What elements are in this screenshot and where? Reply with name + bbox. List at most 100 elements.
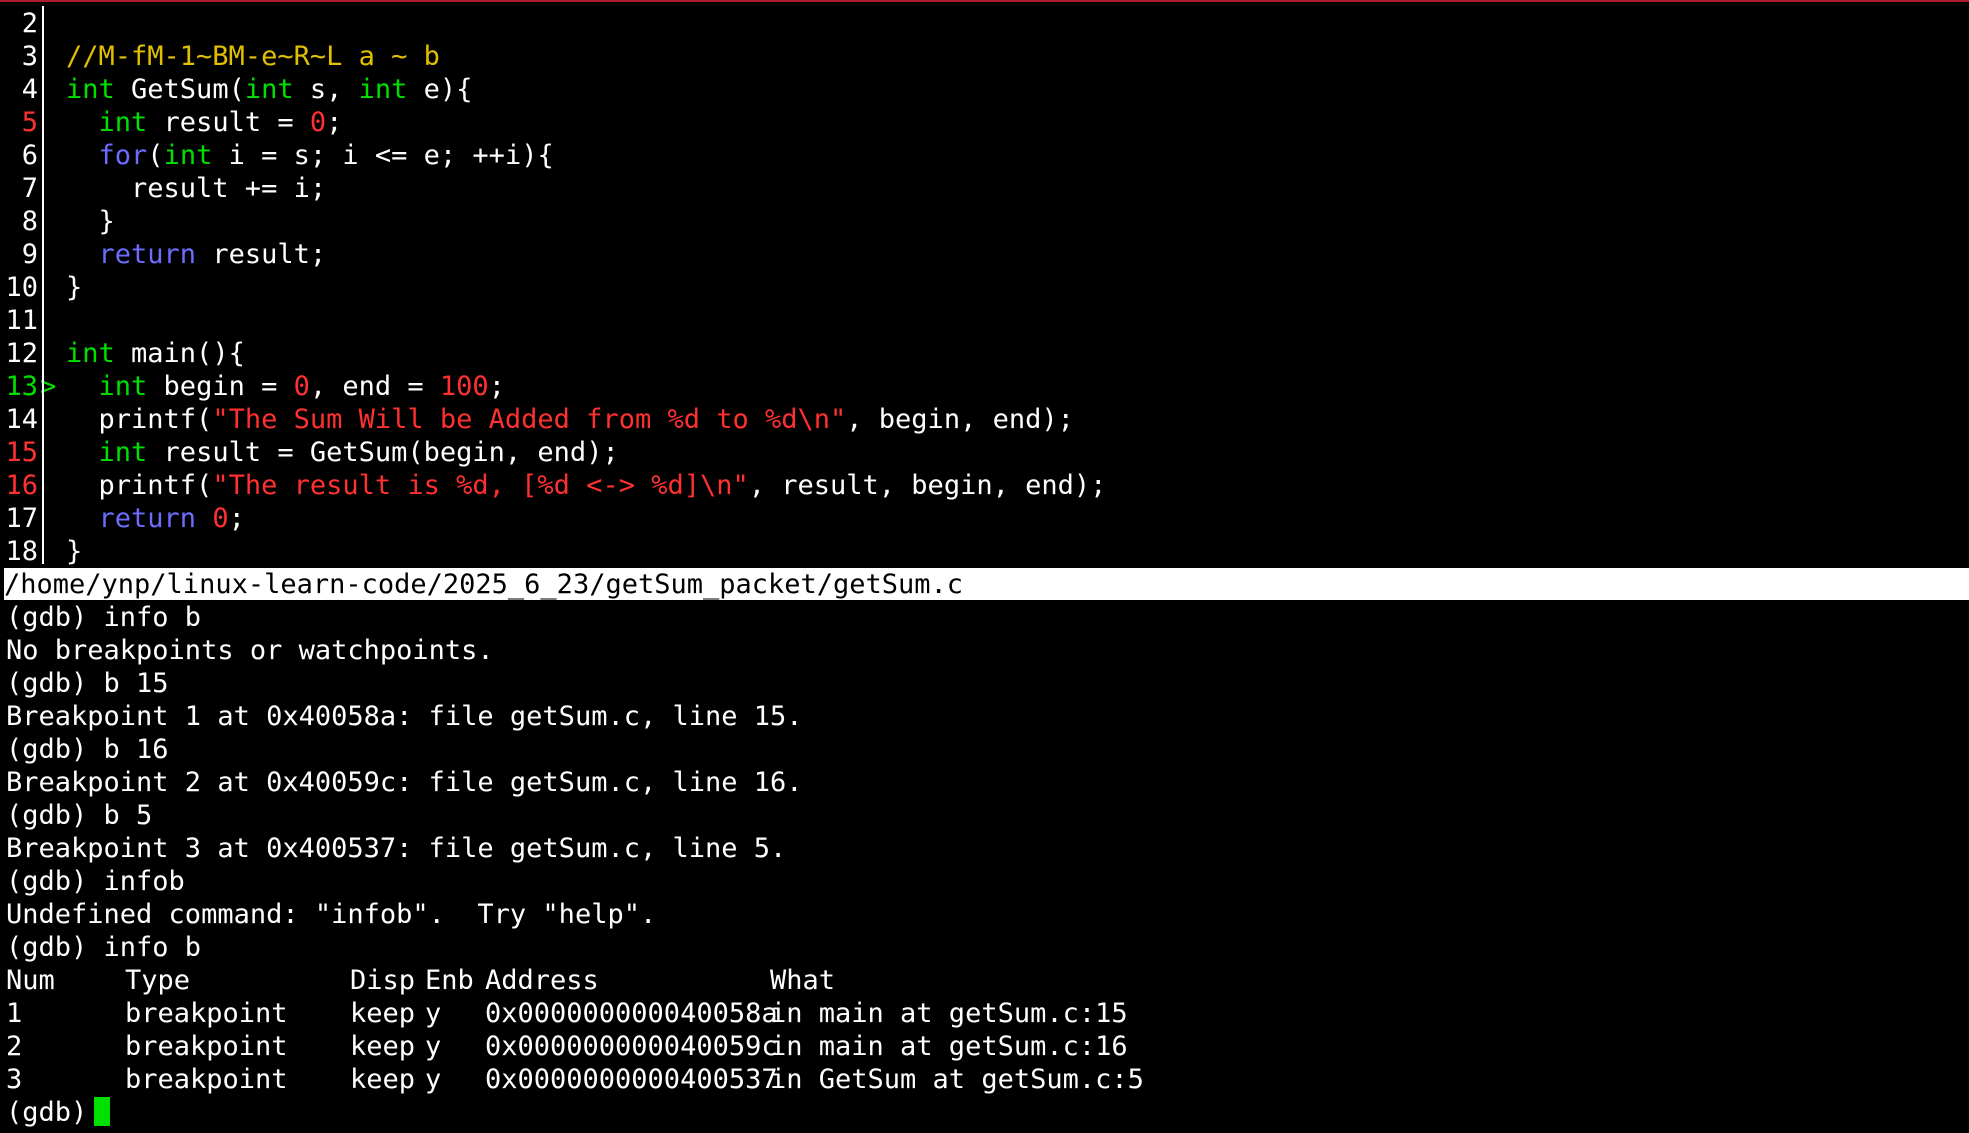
code-token: "The Sum Will be Added from %d to %d\n" [212, 404, 847, 435]
source-code-line: for(int i = s; i <= e; ++i){ [66, 139, 554, 172]
table-cell: keep [350, 1031, 416, 1062]
source-line-number: 7 [21, 173, 38, 204]
gdb-command-line: (gdb) info b [6, 932, 202, 963]
table-cell: breakpoint [125, 1031, 288, 1062]
terminal-cursor [94, 1097, 110, 1126]
source-code-line: } [66, 205, 115, 238]
source-code-line: result += i; [66, 172, 326, 205]
table-cell: keep [350, 998, 416, 1029]
code-token: ; [488, 371, 505, 402]
source-file-path-bar: /home/ynp/linux-learn-code/2025_6_23/get… [4, 568, 1969, 600]
table-cell: 2 [6, 1031, 23, 1062]
code-token: ; [326, 107, 343, 138]
source-code-line: } [66, 535, 82, 568]
table-cell: keep [350, 1064, 416, 1095]
source-line-number: 11 [5, 305, 38, 336]
source-line-number: 9 [21, 239, 38, 270]
gdb-command-line: (gdb) infob [6, 866, 185, 897]
source-code-line: printf("The Sum Will be Added from %d to… [66, 403, 1074, 436]
code-token: int [244, 74, 294, 105]
code-token: main(){ [114, 338, 245, 369]
code-token: } [66, 206, 115, 237]
code-token: for [98, 140, 148, 171]
table-cell: 0x0000000000400537 [485, 1064, 778, 1095]
code-token: i = s; i <= e; ++i){ [212, 140, 554, 171]
code-token: } [66, 536, 83, 567]
code-token: 0 [309, 107, 327, 138]
table-cell: in main at getSum.c:15 [770, 998, 1128, 1029]
source-line-number: 18 [5, 536, 38, 567]
table-header-cell: Num [6, 965, 55, 996]
source-line-number: 15 [5, 437, 38, 468]
source-line-number: 5 [21, 107, 38, 138]
table-header-cell: Disp [350, 965, 416, 996]
table-header-cell: Address [485, 965, 599, 996]
code-token: int [98, 371, 148, 402]
table-cell: y [425, 1064, 442, 1095]
source-line-number: 17 [5, 503, 38, 534]
code-token: result; [196, 239, 327, 270]
source-code-line: int result = 0; [66, 106, 343, 139]
code-token: , begin, end); [846, 404, 1074, 435]
code-token: int [66, 338, 115, 369]
code-token: ; [228, 503, 245, 534]
code-token: , result, begin, end); [748, 470, 1107, 501]
gdb-prompt[interactable]: (gdb) [6, 1096, 104, 1129]
table-cell: 0x000000000040058a [485, 998, 778, 1029]
source-line-number: 10 [5, 272, 38, 303]
table-cell: 0x000000000040059c [485, 1031, 778, 1062]
source-code-line: printf("The result is %d, [%d <-> %d]\n"… [66, 469, 1107, 502]
gutter-divider [42, 6, 44, 564]
gdb-output-line: Undefined command: "infob". Try "help". [6, 899, 657, 930]
code-token: int [163, 140, 213, 171]
table-cell: 3 [6, 1064, 23, 1095]
code-token: ( [147, 140, 164, 171]
table-cell: breakpoint [125, 998, 288, 1029]
code-token: printf( [66, 404, 213, 435]
source-line-number: 3 [21, 41, 38, 72]
code-token: int [66, 74, 115, 105]
code-token: } [66, 272, 83, 303]
code-token: //M-fM-1~BM-e~R~L a ~ b [66, 41, 440, 72]
gdb-output-line: Breakpoint 2 at 0x40059c: file getSum.c,… [6, 767, 803, 798]
source-line-number: 12 [5, 338, 38, 369]
table-cell: y [425, 998, 442, 1029]
code-token: s, [293, 74, 359, 105]
table-cell: 1 [6, 998, 23, 1029]
source-code-line: int main(){ [66, 337, 245, 370]
gdb-output-line: No breakpoints or watchpoints. [6, 635, 494, 666]
code-token: result = [147, 107, 310, 138]
gdb-command-line: (gdb) b 16 [6, 734, 169, 765]
code-token: begin = [147, 371, 294, 402]
source-code-line: int result = GetSum(begin, end); [66, 436, 619, 469]
code-token: , end = [309, 371, 440, 402]
code-token: int [358, 74, 408, 105]
window-top-border [0, 0, 1969, 2]
code-token: return [98, 503, 197, 534]
gdb-output-line: Breakpoint 3 at 0x400537: file getSum.c,… [6, 833, 787, 864]
gdb-command-line: (gdb) b 15 [6, 668, 169, 699]
code-token: result += i; [66, 173, 327, 204]
code-token: return [98, 239, 197, 270]
source-line-number: 16 [5, 470, 38, 501]
gdb-output-line: Breakpoint 1 at 0x40058a: file getSum.c,… [6, 701, 803, 732]
code-token: printf( [66, 470, 213, 501]
code-token: int [98, 437, 148, 468]
source-code-line: } [66, 271, 82, 304]
table-cell: breakpoint [125, 1064, 288, 1095]
code-token: 0 [212, 503, 229, 534]
source-line-number: 4 [21, 74, 38, 105]
code-token: "The result is %d, [%d <-> %d]\n" [212, 470, 749, 501]
source-code-line: return 0; [66, 502, 245, 535]
source-line-number: 14 [5, 404, 38, 435]
table-header-cell: What [770, 965, 836, 996]
code-token: 0 [293, 371, 310, 402]
table-cell: in main at getSum.c:16 [770, 1031, 1128, 1062]
source-code-line: //M-fM-1~BM-e~R~L a ~ b [66, 40, 440, 73]
